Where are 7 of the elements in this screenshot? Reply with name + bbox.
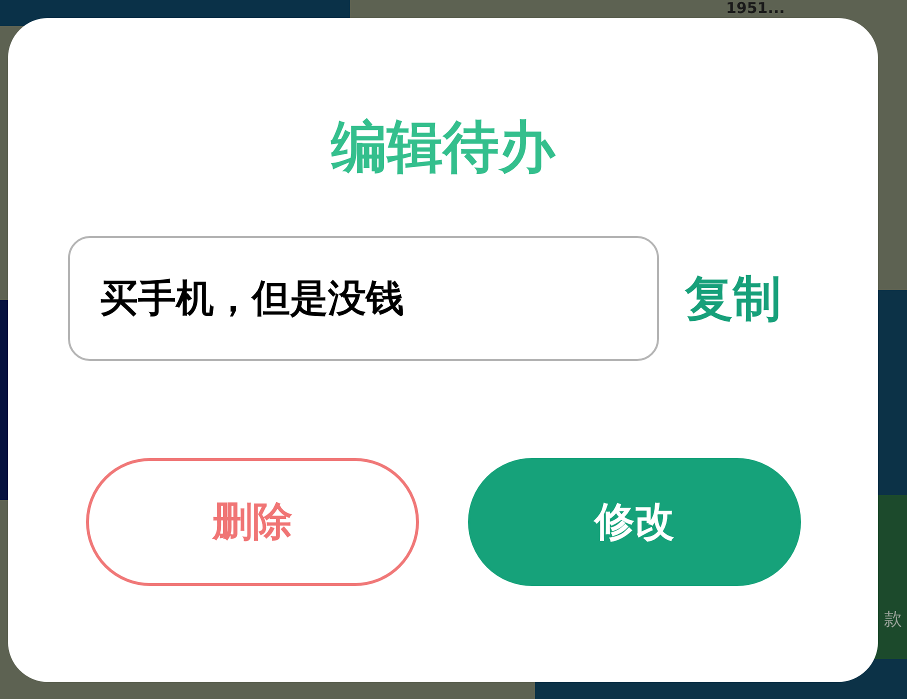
save-button[interactable]: 修改	[468, 458, 801, 586]
delete-button[interactable]: 删除	[86, 458, 419, 586]
background-text: 款	[884, 608, 902, 632]
background-text: 1951...	[726, 0, 785, 17]
todo-input[interactable]: 买手机，但是没钱	[68, 236, 659, 361]
dialog-title: 编辑待办	[331, 114, 555, 182]
copy-link[interactable]: 复制	[685, 268, 781, 328]
